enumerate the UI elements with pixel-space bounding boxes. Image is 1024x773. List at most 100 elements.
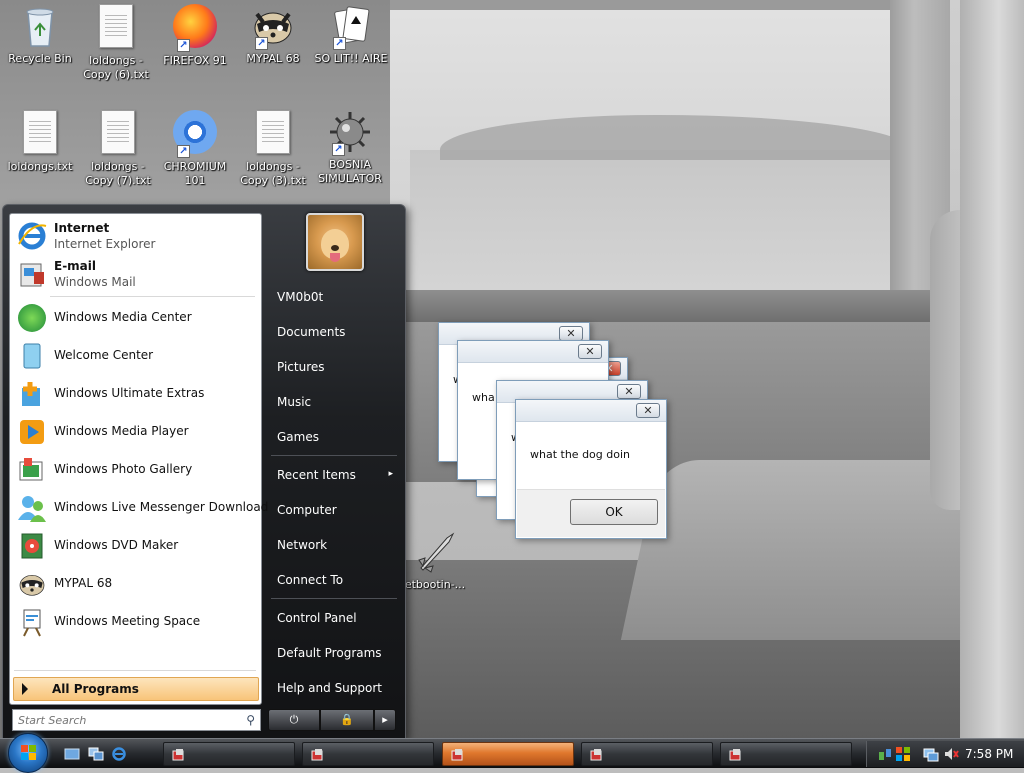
start-item-mypal[interactable]: MYPAL 68 xyxy=(14,566,258,602)
close-icon[interactable]: ✕ xyxy=(559,326,583,341)
wallpaper-pillar xyxy=(960,0,1024,740)
start-right-separator xyxy=(271,455,397,456)
start-item-media-center[interactable]: Windows Media Center xyxy=(14,300,258,336)
start-item-email[interactable]: E-mail Windows Mail xyxy=(14,256,258,292)
desktop-icon-loldongs[interactable]: loldongs.txt xyxy=(0,108,80,174)
start-right-documents[interactable]: Documents xyxy=(271,318,399,346)
volume-muted-icon[interactable] xyxy=(943,746,959,765)
start-right-network[interactable]: Network xyxy=(271,531,399,559)
welcome-center-icon xyxy=(16,340,48,372)
start-right-music[interactable]: Music xyxy=(271,388,399,416)
start-item-label: Windows Meeting Space xyxy=(54,614,201,628)
search-icon[interactable]: ⚲ xyxy=(246,713,255,727)
start-right-user[interactable]: VM0b0t xyxy=(271,283,399,311)
close-icon[interactable]: ✕ xyxy=(617,384,641,399)
start-right-control-panel[interactable]: Control Panel xyxy=(271,604,399,632)
shutdown-options-button[interactable]: ▸ xyxy=(374,709,396,731)
start-search-box[interactable]: ⚲ xyxy=(12,709,261,731)
dialog-titlebar[interactable]: ✕ xyxy=(516,400,666,422)
text-file-icon xyxy=(92,4,140,52)
start-menu-programs-pane: Internet Internet Explorer E-mail Window… xyxy=(9,213,268,705)
start-item-title: Internet xyxy=(54,221,110,235)
text-file-icon xyxy=(94,110,142,158)
desktop-icon-label: loldongs - Copy (6).txt xyxy=(83,54,149,81)
start-right-recent-items[interactable]: Recent Items ▸ xyxy=(271,461,399,489)
start-item-dvd-maker[interactable]: Windows DVD Maker xyxy=(14,528,258,564)
start-item-label: Windows Media Center xyxy=(54,310,192,324)
start-item-label: Windows Ultimate Extras xyxy=(54,386,205,400)
desktop-icon-firefox[interactable]: ↗ FIREFOX 91 xyxy=(155,2,235,68)
app-icon xyxy=(727,747,743,763)
shortcut-arrow-icon: ↗ xyxy=(255,37,268,50)
start-item-messenger-download[interactable]: Windows Live Messenger Download xyxy=(14,490,268,526)
start-item-meeting-space[interactable]: Windows Meeting Space xyxy=(14,604,258,640)
desktop-icon-chromium[interactable]: ↗ CHROMIUM 101 xyxy=(155,108,235,188)
dvd-maker-icon xyxy=(16,530,48,562)
desktop-icon-label: CHROMIUM 101 xyxy=(163,160,227,187)
desktop-icon-loldongs-copy-3[interactable]: loldongs - Copy (3).txt xyxy=(233,108,313,188)
chromium-icon: ↗ xyxy=(171,110,219,158)
desktop-icon-loldongs-copy-6[interactable]: loldongs - Copy (6).txt xyxy=(76,2,156,82)
submenu-arrow-icon: ▸ xyxy=(388,469,393,479)
desktop-icon-bosnia-simulator[interactable]: ↗ BOSNIA SIMULATOR xyxy=(310,108,390,186)
desktop-icon-unetbootin[interactable]: etbootin-... xyxy=(398,528,472,592)
start-item-title: E-mail xyxy=(54,259,97,273)
start-item-ultimate-extras[interactable]: Windows Ultimate Extras xyxy=(14,376,258,412)
lock-button[interactable]: 🔒 xyxy=(320,709,374,731)
taskbar-button-4[interactable] xyxy=(581,742,713,766)
dialog-titlebar[interactable]: ✕ xyxy=(458,341,608,363)
taskbar: 7:58 PM xyxy=(0,733,1024,773)
firefox-icon: ↗ xyxy=(171,4,219,52)
dialog-button-area: OK xyxy=(517,489,665,537)
taskbar-button-5[interactable] xyxy=(720,742,852,766)
app-icon xyxy=(588,747,604,763)
start-button[interactable] xyxy=(8,733,48,773)
network-status-icon[interactable] xyxy=(877,746,893,765)
start-right-computer[interactable]: Computer xyxy=(271,496,399,524)
start-right-connect-to[interactable]: Connect To xyxy=(271,566,399,594)
start-right-help-support[interactable]: Help and Support xyxy=(271,674,399,702)
wallpaper-window-sill xyxy=(380,290,960,322)
taskbar-clock[interactable]: 7:58 PM xyxy=(965,747,1013,761)
desktop-icon-solitaire[interactable]: ↗ SO LIT!! AIRE xyxy=(311,2,391,66)
ok-button[interactable]: OK xyxy=(570,499,658,525)
power-button[interactable]: ⏻ xyxy=(268,709,320,731)
start-right-pictures[interactable]: Pictures xyxy=(271,353,399,381)
minesweeper-mine-icon: ↗ xyxy=(326,108,374,156)
wallpaper-window-frame xyxy=(390,0,930,10)
all-programs-button[interactable]: All Programs xyxy=(13,677,259,701)
desktop-icon-label: Recycle Bin xyxy=(8,52,72,65)
arrow-right-icon: ▸ xyxy=(382,713,388,726)
shortcut-arrow-icon: ↗ xyxy=(177,145,190,158)
start-item-subtitle: Windows Mail xyxy=(54,275,136,289)
start-item-media-player[interactable]: Windows Media Player xyxy=(14,414,258,450)
network-connection-icon[interactable] xyxy=(923,746,939,765)
start-search-input[interactable] xyxy=(16,712,236,728)
show-desktop-icon[interactable] xyxy=(64,746,80,762)
start-right-separator xyxy=(271,598,397,599)
taskbar-button-1[interactable] xyxy=(163,742,295,766)
media-player-icon xyxy=(16,416,48,448)
start-right-label: Computer xyxy=(277,503,337,517)
security-center-icon[interactable] xyxy=(895,746,911,765)
dog-nose xyxy=(331,245,339,251)
close-icon[interactable]: ✕ xyxy=(578,344,602,359)
switch-windows-icon[interactable] xyxy=(88,746,104,762)
start-right-games[interactable]: Games xyxy=(271,423,399,451)
desktop-icon-loldongs-copy-7[interactable]: loldongs - Copy (7).txt xyxy=(78,108,158,188)
taskbar-button-2[interactable] xyxy=(302,742,434,766)
close-icon[interactable]: ✕ xyxy=(636,403,660,418)
start-right-default-programs[interactable]: Default Programs xyxy=(271,639,399,667)
user-avatar[interactable] xyxy=(306,213,364,271)
desktop-icon-recycle-bin[interactable]: Recycle Bin xyxy=(0,2,80,66)
taskbar-button-3-active[interactable] xyxy=(442,742,574,766)
desktop-icon-mypal[interactable]: ↗ MYPAL 68 xyxy=(233,2,313,66)
message-dialog-front[interactable]: ✕ what the dog doin OK xyxy=(515,399,667,539)
start-item-photo-gallery[interactable]: Windows Photo Gallery xyxy=(14,452,258,488)
internet-explorer-icon[interactable] xyxy=(111,746,127,762)
start-item-welcome-center[interactable]: Welcome Center xyxy=(14,338,258,374)
start-item-internet[interactable]: Internet Internet Explorer xyxy=(14,218,258,254)
start-right-label: Connect To xyxy=(277,573,344,587)
mypal-raccoon-icon: ↗ xyxy=(249,2,297,50)
windows-mail-icon xyxy=(16,258,48,290)
